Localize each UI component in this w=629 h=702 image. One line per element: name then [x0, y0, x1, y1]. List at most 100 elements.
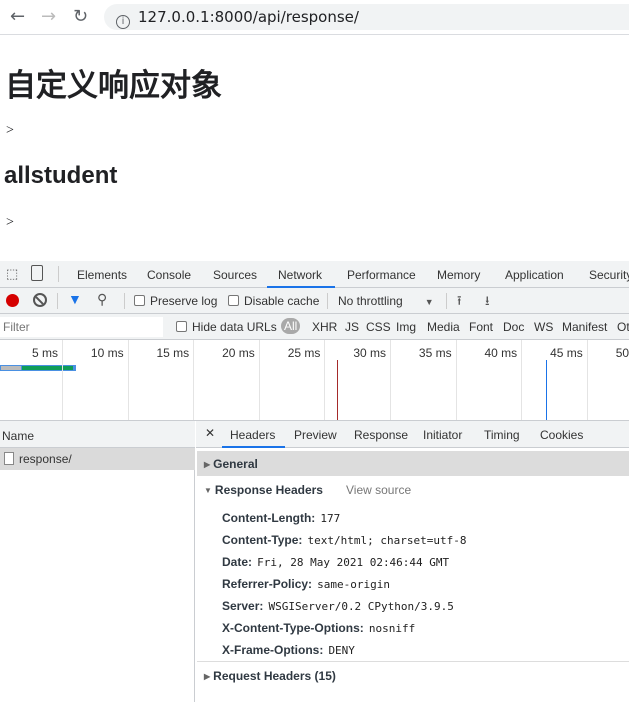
header-key: Referrer-Policy: — [222, 577, 313, 591]
tab-response[interactable]: Response — [354, 428, 408, 442]
reload-icon[interactable]: ↻ — [73, 6, 88, 27]
filter-bar: Hide data URLs All XHR JS CSS Img Media … — [0, 314, 629, 340]
type-filter-manifest[interactable]: Manifest — [562, 320, 607, 334]
tab-memory[interactable]: Memory — [437, 268, 480, 282]
device-toolbar-icon[interactable] — [31, 265, 43, 281]
clear-icon[interactable] — [33, 293, 47, 307]
response-header-row: X-Frame-Options: DENY — [222, 639, 355, 658]
header-key: X-Content-Type-Options: — [222, 621, 364, 635]
header-key: X-Frame-Options: — [222, 643, 324, 657]
back-icon[interactable]: ← — [10, 6, 25, 27]
request-bar — [0, 365, 76, 371]
view-source-link[interactable]: View source — [346, 483, 411, 497]
disable-cache-checkbox[interactable]: Disable cache — [228, 294, 319, 308]
request-list: Name response/ — [0, 421, 195, 702]
type-filter-ws[interactable]: WS — [534, 320, 553, 334]
response-headers-section[interactable]: ▼ Response Headers — [204, 483, 323, 497]
tab-preview[interactable]: Preview — [294, 428, 337, 442]
general-label: General — [213, 457, 258, 471]
timeline-tick: 30 ms — [353, 346, 386, 360]
expand-icon: ▶ — [204, 460, 211, 469]
header-value: WSGIServer/0.2 CPython/3.9.5 — [268, 600, 454, 613]
tab-elements[interactable]: Elements — [77, 268, 127, 282]
type-filter-other[interactable]: Other — [617, 320, 629, 334]
response-header-row: Server: WSGIServer/0.2 CPython/3.9.5 — [222, 595, 454, 614]
close-icon[interactable]: ✕ — [205, 426, 215, 440]
header-value: same-origin — [317, 578, 390, 591]
tab-performance[interactable]: Performance — [347, 268, 416, 282]
preserve-log-checkbox[interactable]: Preserve log — [134, 294, 217, 308]
url-text: 127.0.0.1:8000/api/response/ — [138, 8, 359, 26]
general-section[interactable]: ▶ General — [204, 457, 258, 471]
header-value: Fri, 28 May 2021 02:46:44 GMT — [257, 556, 450, 569]
throttling-value: No throttling — [338, 294, 403, 308]
timeline-tick: 45 ms — [550, 346, 583, 360]
timeline-tick: 5 ms — [31, 346, 58, 360]
type-filter-xhr[interactable]: XHR — [312, 320, 337, 334]
page-text: > — [6, 123, 14, 138]
request-name: response/ — [19, 452, 72, 466]
address-bar-area: ← → ↻ i 127.0.0.1:8000/api/response/ — [0, 0, 629, 35]
collapse-icon: ▼ — [204, 486, 212, 495]
info-icon[interactable]: i — [116, 15, 130, 29]
type-filter-font[interactable]: Font — [469, 320, 493, 334]
inspect-icon[interactable]: ⬚ — [6, 266, 18, 282]
hide-data-urls-label: Hide data URLs — [192, 320, 277, 334]
page-subtitle: allstudent — [4, 162, 118, 189]
response-header-row: X-Content-Type-Options: nosniff — [222, 617, 415, 636]
export-har-icon[interactable]: ⭳ — [485, 292, 490, 314]
tab-application[interactable]: Application — [505, 268, 564, 282]
filter-icon[interactable]: ▼ — [68, 291, 82, 307]
tab-network[interactable]: Network — [278, 268, 322, 282]
search-icon[interactable]: ⚲ — [97, 291, 107, 308]
tab-initiator[interactable]: Initiator — [423, 428, 462, 442]
document-icon — [4, 452, 14, 465]
type-filter-all[interactable]: All — [281, 318, 301, 334]
type-filter-js[interactable]: JS — [345, 320, 359, 334]
request-headers-section[interactable]: ▶ Request Headers (15) — [204, 669, 336, 683]
record-icon[interactable] — [6, 294, 19, 307]
response-header-row: Date: Fri, 28 May 2021 02:46:44 GMT — [222, 551, 449, 570]
header-key: Server: — [222, 599, 264, 613]
tab-headers[interactable]: Headers — [230, 428, 275, 442]
timeline-tick: 20 ms — [222, 346, 255, 360]
network-toolbar: ▼ ⚲ Preserve log Disable cache No thrott… — [0, 288, 629, 314]
network-overview-timeline[interactable]: 5 ms 10 ms 15 ms 20 ms 25 ms 30 ms 35 ms 40 ms 4… — [0, 340, 629, 421]
type-filter-media[interactable]: Media — [427, 320, 460, 334]
response-header-row: Content-Type: text/html; charset=utf-8 — [222, 529, 466, 548]
page-title: 自定义响应对象 — [5, 68, 222, 104]
forward-icon[interactable]: → — [41, 6, 56, 27]
timeline-tick: 50 ms — [615, 346, 629, 360]
request-row[interactable]: response/ — [0, 448, 195, 470]
tab-timing[interactable]: Timing — [484, 428, 520, 442]
expand-icon: ▶ — [204, 672, 211, 681]
tab-security[interactable]: Security — [589, 268, 629, 282]
tab-cookies[interactable]: Cookies — [540, 428, 583, 442]
devtools-tabs: ⬚ Elements Console Sources Network Perfo… — [0, 261, 629, 288]
tab-sources[interactable]: Sources — [213, 268, 257, 282]
import-har-icon[interactable]: ⭱ — [457, 292, 462, 314]
tab-console[interactable]: Console — [147, 268, 191, 282]
name-column-header[interactable]: Name — [0, 421, 195, 448]
detail-tabs: ✕ Headers Preview Response Initiator Tim… — [196, 421, 629, 448]
type-filter-doc[interactable]: Doc — [503, 320, 524, 334]
throttling-select[interactable]: No throttling ▼ — [338, 294, 434, 308]
url-input[interactable]: i 127.0.0.1:8000/api/response/ — [104, 4, 629, 30]
hide-data-urls-checkbox[interactable]: Hide data URLs — [176, 320, 277, 334]
type-filter-css[interactable]: CSS — [366, 320, 391, 334]
header-value: 177 — [320, 512, 341, 525]
filter-input[interactable] — [0, 317, 163, 337]
load-event-line — [337, 360, 338, 420]
response-header-row: Referrer-Policy: same-origin — [222, 573, 390, 592]
timeline-tick: 25 ms — [287, 346, 321, 360]
dom-content-loaded-line — [546, 360, 547, 420]
page-text: > — [6, 215, 14, 230]
response-header-row: Content-Length: 177 — [222, 507, 340, 526]
timeline-tick: 35 ms — [418, 346, 452, 360]
timeline-tick: 10 ms — [90, 346, 124, 360]
header-value: text/html; charset=utf-8 — [307, 534, 467, 547]
header-key: Date: — [222, 555, 253, 569]
type-filter-img[interactable]: Img — [396, 320, 416, 334]
preserve-log-label: Preserve log — [150, 294, 218, 308]
general-section-bg — [197, 451, 629, 476]
